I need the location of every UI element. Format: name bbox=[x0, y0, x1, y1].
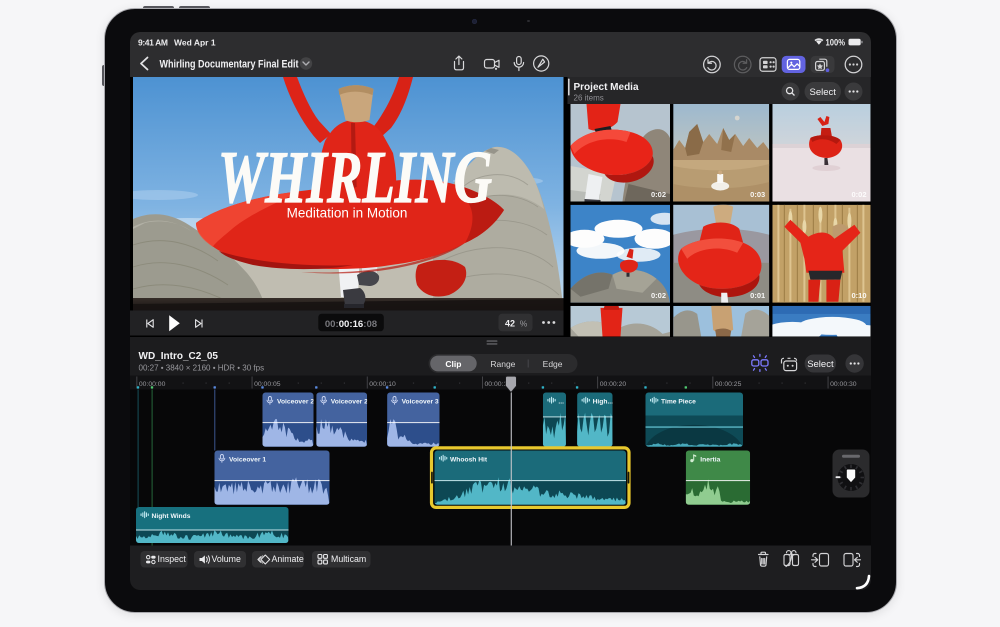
svg-text:Whirling Documentary Final Edi: Whirling Documentary Final Edit bbox=[160, 58, 299, 70]
svg-text:...: ... bbox=[558, 399, 564, 406]
svg-text:Select: Select bbox=[809, 87, 836, 98]
svg-text:Range: Range bbox=[490, 359, 515, 369]
svg-text:Wed Apr 1: Wed Apr 1 bbox=[174, 38, 216, 48]
svg-text:Multicam: Multicam bbox=[331, 554, 366, 564]
svg-text:High...: High... bbox=[593, 399, 614, 406]
svg-text:Voiceover 2: Voiceover 2 bbox=[331, 399, 368, 406]
svg-text:%: % bbox=[520, 319, 528, 329]
svg-text:00:00:30: 00:00:30 bbox=[830, 381, 857, 388]
svg-text:Meditation in Motion: Meditation in Motion bbox=[287, 206, 408, 221]
svg-text:9:41 AM: 9:41 AM bbox=[138, 38, 168, 48]
svg-text:Project Media: Project Media bbox=[574, 82, 639, 93]
svg-text:Voiceover 1: Voiceover 1 bbox=[229, 457, 266, 464]
svg-text:0:10: 0:10 bbox=[851, 291, 866, 300]
svg-text:Animate: Animate bbox=[272, 554, 304, 564]
svg-text:Clip: Clip bbox=[445, 359, 461, 369]
svg-text:100%: 100% bbox=[826, 38, 846, 48]
svg-text:0:02: 0:02 bbox=[851, 190, 866, 199]
svg-text:Volume: Volume bbox=[212, 554, 241, 564]
svg-text:Voiceover 3: Voiceover 3 bbox=[402, 399, 439, 406]
svg-text:Inertia: Inertia bbox=[700, 457, 720, 464]
svg-text:Inspect: Inspect bbox=[158, 554, 187, 564]
svg-text:26 items: 26 items bbox=[574, 94, 604, 103]
svg-text:Edge: Edge bbox=[543, 359, 563, 369]
svg-text:WD_Intro_C2_05: WD_Intro_C2_05 bbox=[139, 351, 219, 362]
svg-text:0:02: 0:02 bbox=[651, 190, 666, 199]
svg-text:00:00:20: 00:00:20 bbox=[600, 381, 627, 388]
svg-text:Voiceover 2: Voiceover 2 bbox=[277, 399, 314, 406]
svg-text:0:01: 0:01 bbox=[750, 291, 765, 300]
svg-text:00:00:05: 00:00:05 bbox=[254, 381, 281, 388]
svg-text:00:00:10: 00:00:10 bbox=[369, 381, 396, 388]
svg-text:Night Winds: Night Winds bbox=[152, 513, 191, 520]
svg-text:00:27 • 3840 × 2160 • HDR • 30: 00:27 • 3840 × 2160 • HDR • 30 fps bbox=[139, 364, 265, 373]
svg-text:00:00:16:08: 00:00:16:08 bbox=[325, 319, 378, 330]
svg-text:Time Piece: Time Piece bbox=[661, 399, 696, 406]
svg-text:0:02: 0:02 bbox=[651, 291, 666, 300]
svg-text:42: 42 bbox=[505, 319, 515, 329]
svg-text:Select: Select bbox=[807, 359, 834, 370]
svg-text:00:00:25: 00:00:25 bbox=[715, 381, 742, 388]
svg-text:Whoosh Hit: Whoosh Hit bbox=[450, 457, 488, 464]
svg-text:0:03: 0:03 bbox=[750, 190, 765, 199]
